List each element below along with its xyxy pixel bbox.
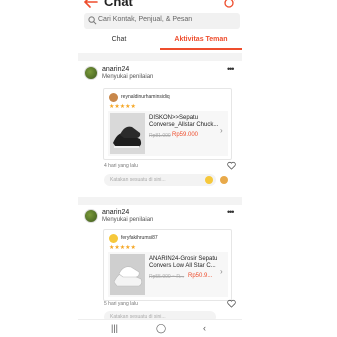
- user-name[interactable]: anarin24: [102, 209, 129, 216]
- search-icon: [88, 16, 97, 25]
- product-price: Rp50.9...: [188, 273, 213, 279]
- avatar[interactable]: [84, 209, 98, 223]
- search-placeholder: Cari Kontak, Penjual, & Pesan: [98, 16, 193, 23]
- comment-placeholder: Katakan sesuatu di sini...: [110, 177, 166, 183]
- product-name: DISKON>>Sepatu Converse_Allstar Chuck...: [149, 115, 219, 128]
- search-input[interactable]: Cari Kontak, Penjual, & Pesan: [84, 13, 240, 29]
- more-icon[interactable]: •••: [227, 207, 235, 217]
- heart-icon[interactable]: [227, 161, 236, 170]
- product-price-original: Rp81.000: [149, 133, 171, 139]
- product-name: ANARIN24-Grosir Sepatu Convers Low All S…: [149, 256, 218, 269]
- product-card[interactable]: ANARIN24-Grosir Sepatu Convers Low All S…: [108, 252, 228, 297]
- home-icon[interactable]: ◯: [156, 323, 166, 334]
- user-name[interactable]: anarin24: [102, 66, 129, 73]
- reviewer-avatar: [109, 234, 118, 243]
- page-title: Chat: [104, 0, 133, 9]
- product-image: [110, 113, 145, 154]
- chevron-right-icon: ›: [220, 126, 223, 135]
- back-arrow-icon[interactable]: [84, 0, 98, 8]
- timestamp: 5 hari yang lalu: [104, 301, 138, 307]
- review-box[interactable]: feryfakihrumsi87 ★★★★★ ANARIN24-Grosir S…: [103, 229, 232, 301]
- more-icon[interactable]: •••: [227, 64, 235, 74]
- tab-bar: Chat Aktivitas Teman: [78, 33, 242, 50]
- system-nav-bar: ||| ◯ ‹: [78, 319, 242, 337]
- product-card[interactable]: DISKON>>Sepatu Converse_Allstar Chuck...…: [108, 111, 228, 156]
- rating-stars: ★★★★★: [109, 104, 136, 110]
- divider: [78, 53, 242, 61]
- tab-active-indicator: [160, 48, 242, 50]
- back-icon[interactable]: ‹: [203, 323, 206, 333]
- heart-icon[interactable]: [227, 299, 236, 308]
- activity-card: anarin24 Menyukai penilaian ••• feryfaki…: [78, 205, 242, 323]
- reviewer-name: feryfakihrumsi87: [121, 235, 158, 241]
- comment-input[interactable]: Katakan sesuatu di sini...: [104, 174, 216, 186]
- review-box[interactable]: reynaldinurhaminsidiq ★★★★★ DISKON>>Sepa…: [103, 88, 232, 160]
- activity-action: Menyukai penilaian: [102, 217, 154, 223]
- chevron-right-icon: ›: [220, 267, 223, 276]
- header: Chat: [0, 0, 337, 14]
- product-price: Rp59.000: [172, 132, 199, 138]
- activity-action: Menyukai penilaian: [102, 74, 154, 80]
- thumbs-up-icon[interactable]: [220, 176, 228, 184]
- reviewer-name: reynaldinurhaminsidiq: [121, 94, 170, 100]
- product-price-original: Rp55.900 ~ R...: [149, 274, 185, 280]
- divider: [78, 197, 242, 205]
- tab-chat[interactable]: Chat: [78, 33, 160, 50]
- reviewer-avatar: [109, 93, 118, 102]
- avatar[interactable]: [84, 66, 98, 80]
- emoji-smile-icon[interactable]: [205, 176, 213, 184]
- product-image: [110, 254, 145, 295]
- recents-icon[interactable]: |||: [111, 323, 118, 333]
- timestamp: 4 hari yang lalu: [104, 163, 138, 169]
- rating-stars: ★★★★★: [109, 245, 136, 251]
- activity-card: anarin24 Menyukai penilaian ••• reynaldi…: [78, 62, 242, 197]
- notification-icon[interactable]: [224, 0, 236, 9]
